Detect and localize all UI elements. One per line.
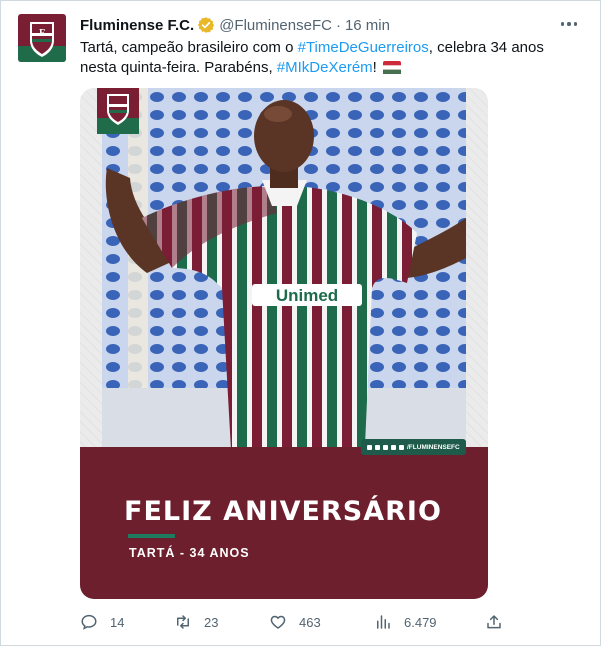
retweet-count: 23: [204, 614, 219, 630]
tweet-text: Tartá, campeão brasileiro com o #TimeDeG…: [80, 38, 580, 78]
headline-text: FELIZ ANIVERSÁRIO: [124, 496, 442, 527]
tweet-text-part: !: [372, 59, 377, 76]
tweet-actions: 14 23 463 6.479: [80, 613, 510, 633]
share-icon: [487, 615, 501, 629]
author-name[interactable]: Fluminense F.C.: [80, 17, 194, 34]
tweet-text-part: Tartá, campeão brasileiro com o: [80, 39, 298, 56]
views-icon: [377, 615, 390, 629]
tiktok-icon: [399, 444, 404, 450]
views-count: 6.479: [404, 614, 437, 630]
retweet-icon: [177, 615, 189, 629]
subline-text: TARTÁ - 34 ANOS: [129, 546, 250, 560]
twitter-icon: [383, 444, 388, 450]
youtube-icon: [391, 444, 396, 450]
fluminense-crest-icon: F: [18, 14, 66, 62]
more-options-icon[interactable]: [558, 15, 580, 33]
reply-icon: [81, 614, 97, 630]
club-crest-logo: [97, 88, 139, 134]
instagram-icon: [375, 444, 380, 450]
hashtag-link[interactable]: #MIkDeXerém: [277, 59, 373, 76]
reply-count: 14: [110, 614, 125, 630]
verified-badge-icon: [197, 16, 215, 34]
tweet-image[interactable]: Unimed /FLUMINENSEFC FELIZ ANIVERSÁRIO T…: [80, 88, 488, 599]
social-handle-badge: /FLUMINENSEFC: [361, 439, 466, 455]
like-button[interactable]: 463: [269, 613, 321, 631]
hungary-flag-emoji-icon: [383, 61, 401, 74]
retweet-button[interactable]: 23: [174, 613, 218, 631]
author-handle[interactable]: @FluminenseFC: [219, 17, 332, 34]
accent-bar: [128, 534, 175, 538]
like-count: 463: [299, 614, 321, 630]
facebook-icon: [367, 444, 372, 450]
reply-button[interactable]: 14: [80, 613, 124, 631]
player-photo: Unimed: [102, 88, 466, 471]
hashtag-link[interactable]: #TimeDeGuerreiros: [298, 39, 429, 56]
avatar[interactable]: F: [18, 14, 66, 62]
tweet-time[interactable]: 16 min: [345, 17, 390, 34]
svg-text:F: F: [39, 28, 45, 39]
tweet-header: Fluminense F.C. @FluminenseFC · 16 min: [80, 15, 580, 35]
separator-dot: ·: [335, 16, 341, 34]
social-handle-text: /FLUMINENSEFC: [407, 443, 460, 451]
share-button[interactable]: [485, 613, 503, 631]
svg-text:Unimed: Unimed: [276, 286, 338, 305]
views-button[interactable]: 6.479: [374, 613, 437, 631]
heart-icon: [270, 615, 286, 629]
tweet-card[interactable]: F Fluminense F.C. @FluminenseFC · 16 min…: [0, 0, 601, 646]
